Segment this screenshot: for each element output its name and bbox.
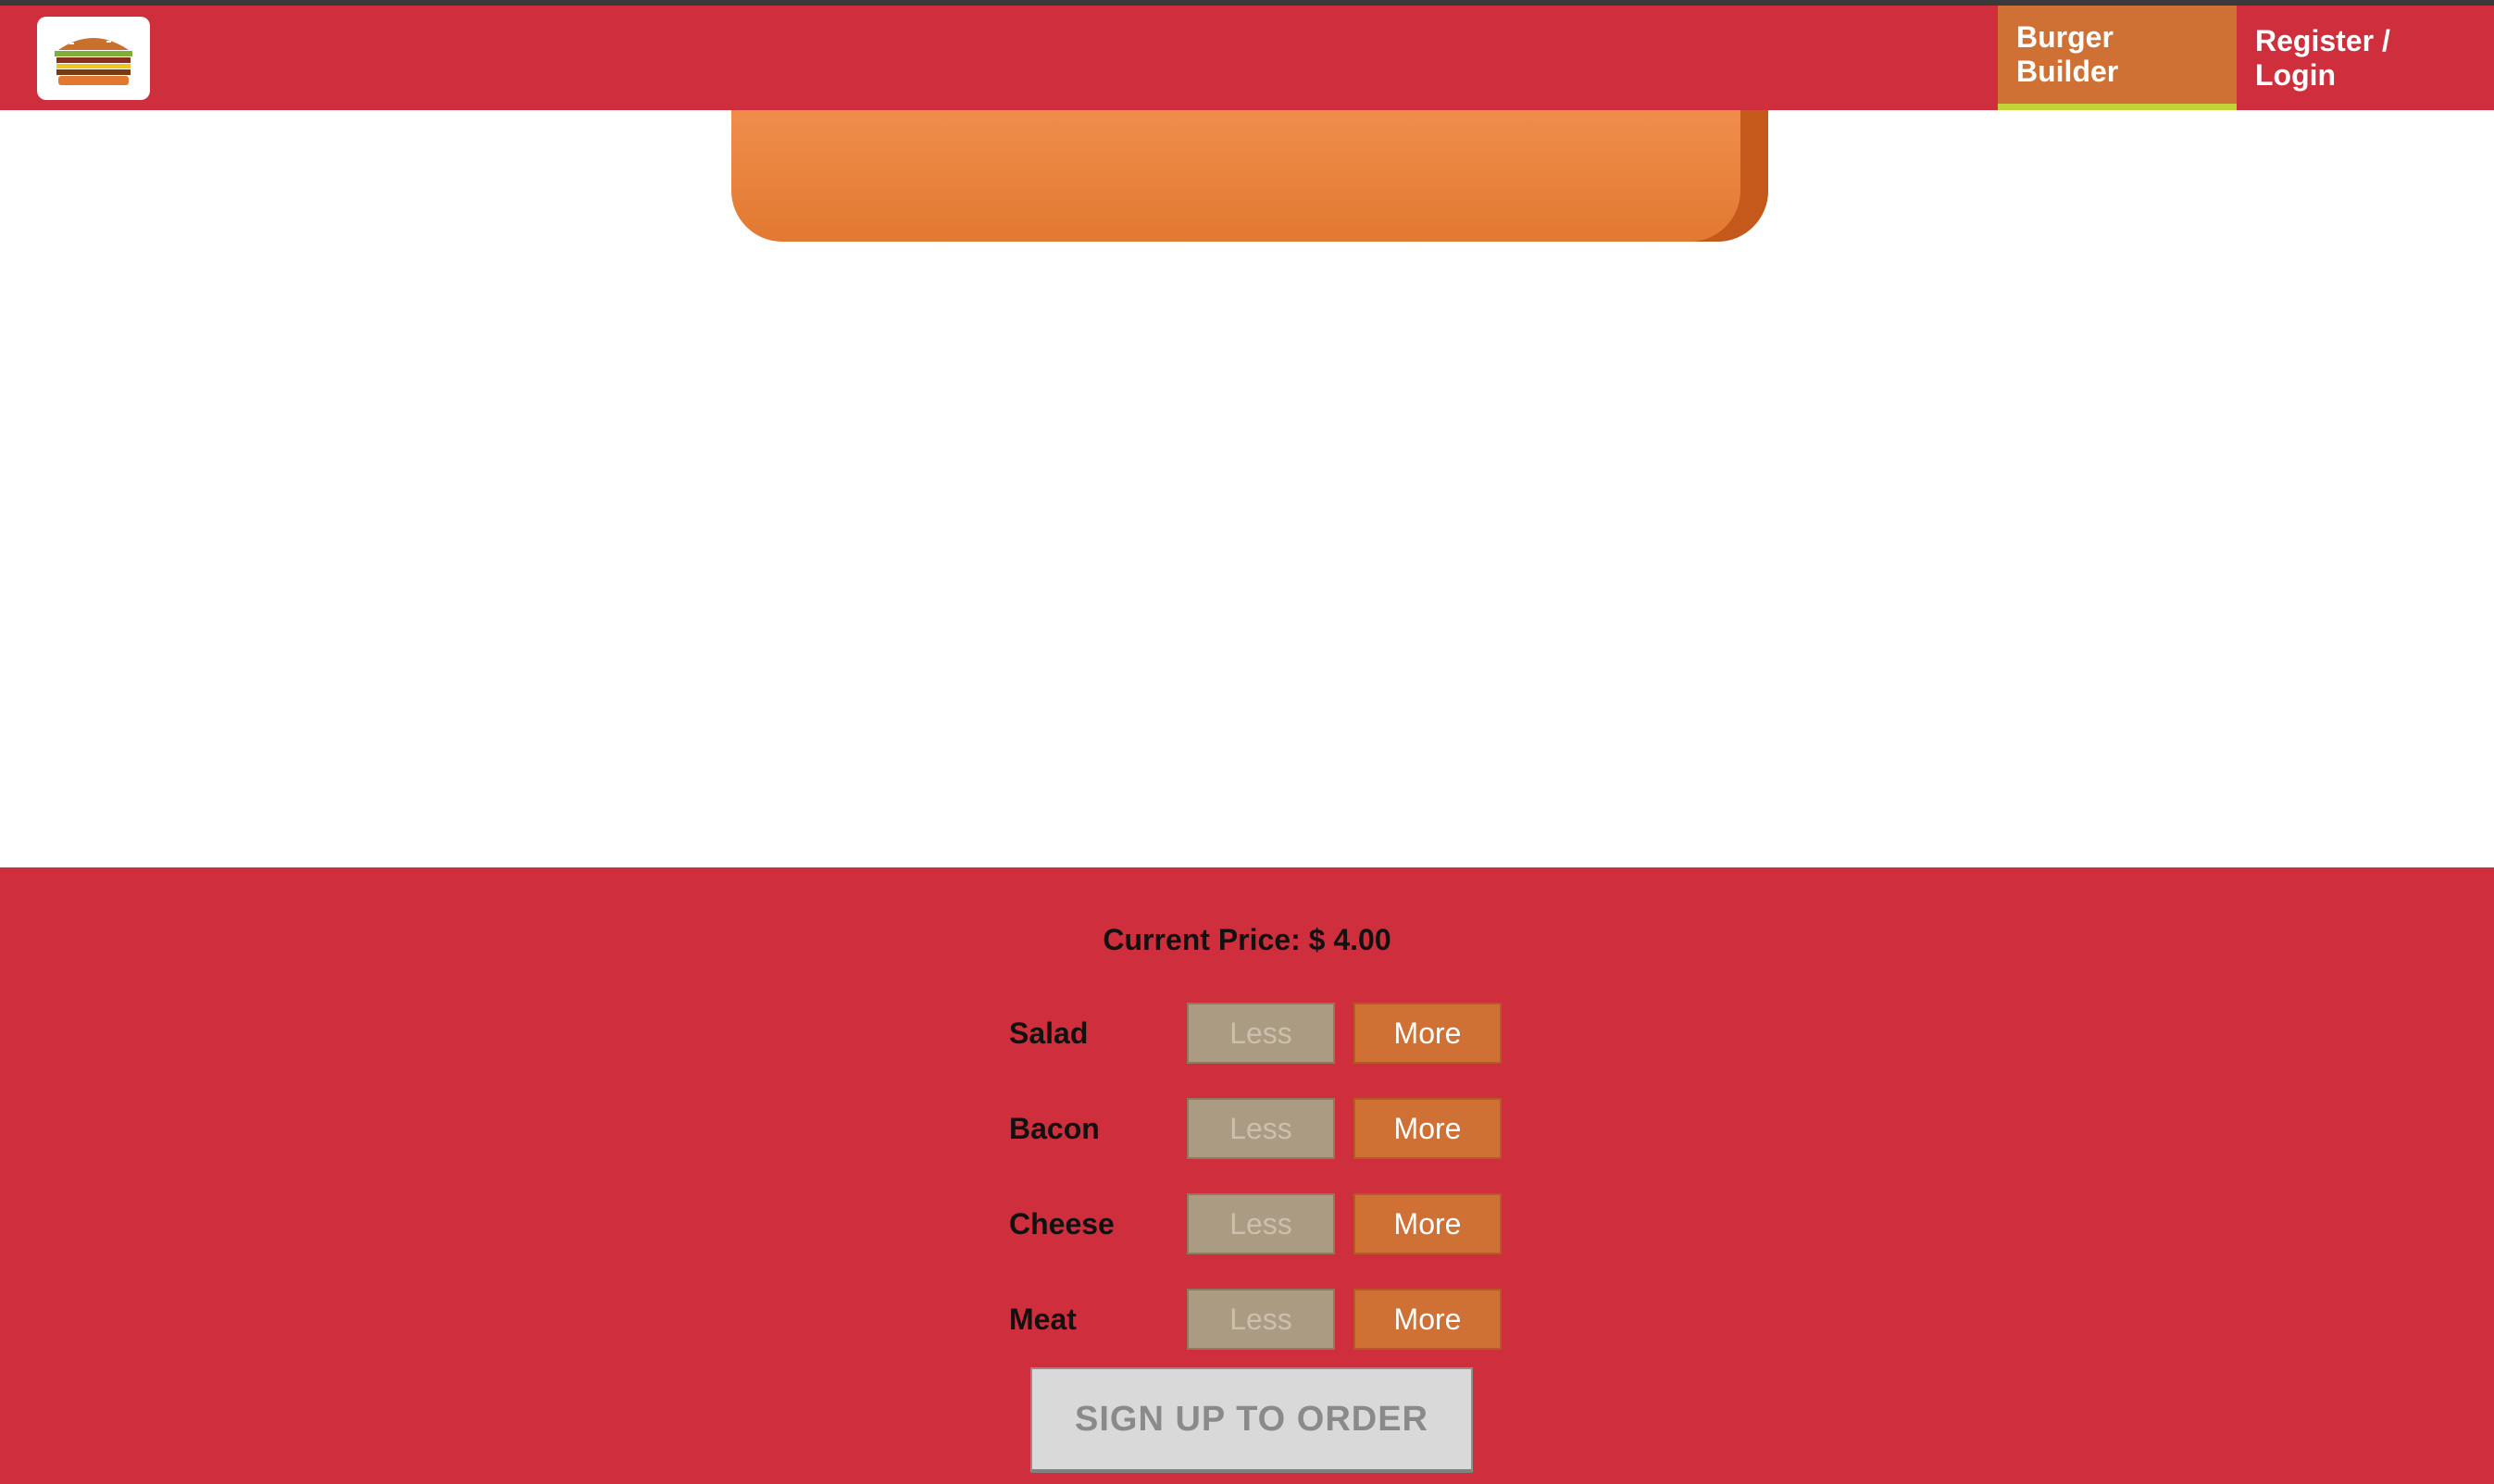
more-cheese-button[interactable]: More	[1353, 1193, 1502, 1254]
less-cheese-button[interactable]: Less	[1187, 1193, 1335, 1254]
ingredient-label: Salad	[1009, 1016, 1089, 1050]
nav-burger-builder[interactable]: Burger Builder	[1998, 6, 2237, 110]
more-bacon-button[interactable]: More	[1353, 1098, 1502, 1159]
navigation: Burger Builder Register / Login	[1998, 6, 2494, 110]
bread-bottom	[731, 110, 1768, 242]
ingredient-control-meat: Meat Less More	[1009, 1289, 1520, 1350]
ingredient-control-cheese: Cheese Less More	[1009, 1193, 1520, 1254]
ingredient-label: Bacon	[1009, 1111, 1100, 1145]
price-label: Current Price:	[1103, 923, 1301, 956]
ingredient-control-bacon: Bacon Less More	[1009, 1098, 1520, 1159]
more-salad-button[interactable]: More	[1353, 1003, 1502, 1064]
burger-preview	[0, 110, 2494, 867]
sign-up-to-order-button[interactable]: SIGN UP TO ORDER	[1030, 1367, 1473, 1473]
more-meat-button[interactable]: More	[1353, 1289, 1502, 1350]
build-controls: Current Price: $ 4.00 Salad Less More Ba…	[0, 867, 2494, 1484]
current-price: Current Price: $ 4.00	[0, 923, 2494, 957]
ingredient-control-salad: Salad Less More	[1009, 1003, 1520, 1064]
ingredient-label: Cheese	[1009, 1206, 1115, 1241]
toolbar: Burger Builder Register / Login	[0, 6, 2494, 110]
less-bacon-button[interactable]: Less	[1187, 1098, 1335, 1159]
price-value: $ 4.00	[1308, 923, 1391, 956]
less-meat-button[interactable]: Less	[1187, 1289, 1335, 1350]
ingredient-label: Meat	[1009, 1302, 1077, 1336]
burger-logo-icon	[55, 35, 132, 85]
less-salad-button[interactable]: Less	[1187, 1003, 1335, 1064]
nav-register-login[interactable]: Register / Login	[2237, 6, 2494, 110]
logo[interactable]	[37, 17, 150, 100]
